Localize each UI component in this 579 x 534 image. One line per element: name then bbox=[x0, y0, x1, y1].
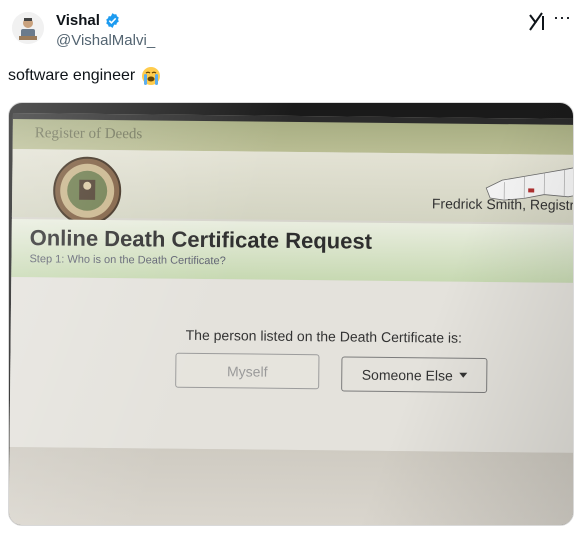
verified-badge-icon bbox=[106, 13, 119, 28]
author-avatar[interactable] bbox=[12, 12, 44, 44]
registrar-name: Fredrick Smith, Registra bbox=[431, 195, 574, 213]
author-name-row: Vishal bbox=[56, 12, 121, 29]
someone-else-dropdown[interactable]: Someone Else bbox=[341, 356, 488, 393]
page-footer bbox=[9, 446, 573, 525]
tweet-text: software engineer bbox=[8, 66, 161, 86]
author-name[interactable]: Vishal bbox=[56, 12, 100, 29]
myself-button-label: Myself bbox=[226, 362, 268, 380]
county-seal-icon bbox=[53, 156, 122, 225]
myself-button[interactable]: Myself bbox=[175, 352, 320, 390]
more-options-icon[interactable]: ⋯ bbox=[553, 8, 572, 29]
caret-down-icon bbox=[458, 372, 467, 378]
step-label: Step 1: Who is on the Death Certificate? bbox=[29, 253, 226, 268]
someone-else-label: Someone Else bbox=[361, 366, 453, 384]
photo-screen: Register of Deeds Fredrick Smith, Regist… bbox=[9, 113, 574, 525]
author-handle[interactable]: @VishalMalvi_ bbox=[56, 32, 155, 49]
tweet-body: software engineer bbox=[8, 67, 136, 84]
grok-icon[interactable] bbox=[527, 10, 547, 32]
loudly-crying-face-emoji bbox=[142, 67, 161, 85]
site-topbar-title: Register of Deeds bbox=[34, 125, 143, 143]
form-question: The person listed on the Death Certifica… bbox=[185, 326, 463, 346]
tweet-photo[interactable]: Register of Deeds Fredrick Smith, Regist… bbox=[8, 102, 574, 526]
page-title: Online Death Certificate Request bbox=[29, 225, 373, 254]
avatar-image bbox=[12, 12, 44, 44]
